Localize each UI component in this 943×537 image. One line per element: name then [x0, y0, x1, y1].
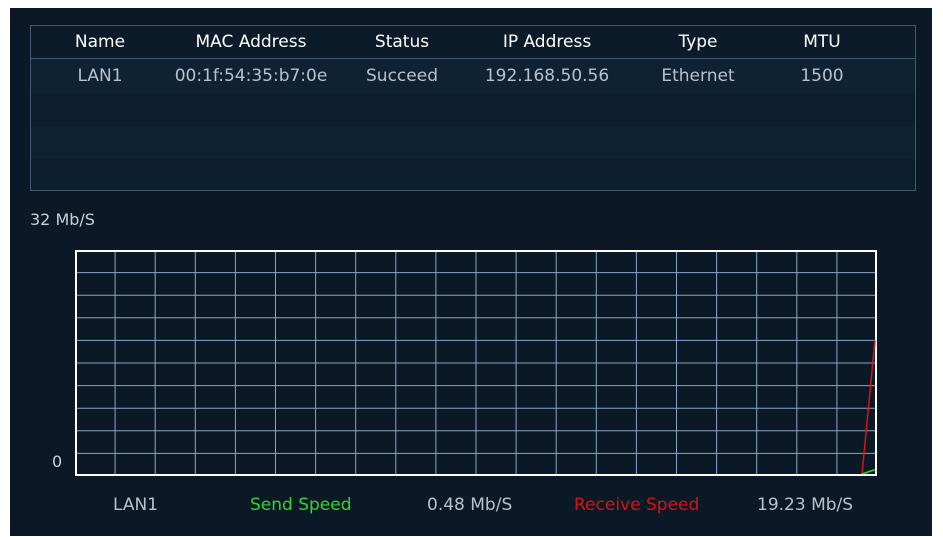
- legend-send-speed-label: Send Speed: [250, 495, 352, 515]
- bandwidth-graph: [75, 250, 877, 476]
- legend-receive-speed-label: Receive Speed: [574, 495, 700, 515]
- table-row[interactable]: LAN1 00:1f:54:35:b7:0e Succeed 192.168.5…: [31, 60, 915, 93]
- header-mac-address: MAC Address: [195, 32, 307, 52]
- header-ip-address: IP Address: [502, 32, 592, 52]
- header-name: Name: [74, 32, 126, 52]
- cell-mtu: 1500: [800, 66, 844, 86]
- legend-interface: LAN1: [113, 495, 159, 515]
- header-status: Status: [374, 32, 430, 52]
- cell-ip-address: 192.168.50.56: [484, 66, 610, 86]
- cell-name: LAN1: [77, 66, 123, 86]
- table-row-empty: [31, 159, 915, 190]
- legend-send-speed-value: 0.48 Mb/S: [427, 495, 513, 515]
- table-row-empty: [31, 126, 915, 159]
- cell-type: Ethernet: [661, 66, 735, 86]
- y-axis-max-label: 32 Mb/S: [30, 210, 95, 229]
- header-type: Type: [678, 32, 718, 52]
- cell-status: Succeed: [366, 66, 438, 86]
- cell-mac-address: 00:1f:54:35:b7:0e: [174, 66, 328, 86]
- table-header: Name MAC Address Status IP Address Type …: [31, 26, 915, 59]
- y-axis-zero-label: 0: [52, 452, 63, 471]
- network-interface-table: Name MAC Address Status IP Address Type …: [30, 25, 916, 191]
- header-mtu: MTU: [803, 32, 841, 52]
- table-row-empty: [31, 93, 915, 126]
- legend-receive-speed-value: 19.23 Mb/S: [757, 495, 854, 515]
